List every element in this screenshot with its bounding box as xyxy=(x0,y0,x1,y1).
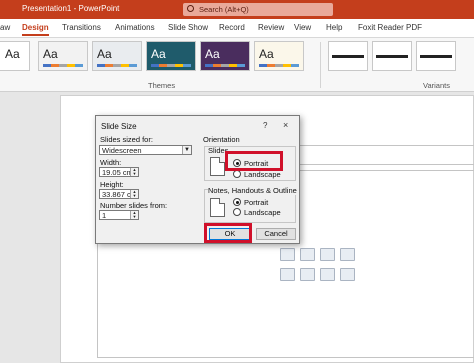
theme-thumb-text: Aa xyxy=(5,47,20,61)
number-slides-from-value: 1 xyxy=(102,211,107,220)
width-label: Width: xyxy=(100,158,122,167)
ribbon-divider xyxy=(320,42,321,88)
search-input[interactable]: Search (Alt+Q) xyxy=(183,3,333,16)
search-placeholder: Search (Alt+Q) xyxy=(199,5,249,14)
tab-record[interactable]: Record xyxy=(219,23,245,32)
notes-landscape-radio[interactable] xyxy=(233,208,241,216)
title-bar: Presentation1 - PowerPoint Search (Alt+Q… xyxy=(0,0,474,19)
variant-thumbnail[interactable] xyxy=(416,41,456,71)
portrait-page-icon xyxy=(210,198,225,217)
theme-thumb-text: Aa xyxy=(151,47,166,61)
tab-view[interactable]: View xyxy=(294,23,311,32)
slides-landscape-radio[interactable] xyxy=(233,170,241,178)
theme-color-strip xyxy=(43,64,83,67)
chevron-down-icon[interactable]: ▼ xyxy=(182,146,191,154)
chart-icon[interactable] xyxy=(300,248,315,261)
window-title: Presentation1 - PowerPoint xyxy=(22,4,120,13)
number-slides-from-field[interactable]: 1 ▲ ▼ xyxy=(99,210,139,220)
tab-draw[interactable]: aw xyxy=(0,23,10,32)
theme-thumbnail[interactable]: Aa xyxy=(146,41,196,71)
slides-sized-for-select[interactable]: Widescreen ▼ xyxy=(99,145,192,155)
portrait-highlight xyxy=(225,151,283,171)
height-stepper[interactable]: ▲ ▼ xyxy=(130,190,138,198)
help-button[interactable]: ? xyxy=(263,121,267,130)
number-slides-from-stepper[interactable]: ▲ ▼ xyxy=(130,211,138,219)
3d-model-icon[interactable] xyxy=(340,248,355,261)
ribbon: Aa Aa Aa Aa Aa Aa Themes Variants xyxy=(0,38,474,92)
close-icon[interactable]: × xyxy=(283,120,288,130)
notes-portrait-radio[interactable] xyxy=(233,198,241,206)
theme-color-strip xyxy=(205,64,245,67)
variant-thumbnail[interactable] xyxy=(372,41,412,71)
tab-review[interactable]: Review xyxy=(258,23,284,32)
theme-thumb-text: Aa xyxy=(97,47,112,61)
theme-color-strip xyxy=(259,64,299,67)
theme-thumb-text: Aa xyxy=(205,47,220,61)
cancel-button[interactable]: Cancel xyxy=(256,228,296,240)
variants-group-label: Variants xyxy=(423,81,450,90)
theme-thumbnail[interactable]: Aa xyxy=(38,41,88,71)
smartart-icon[interactable] xyxy=(320,248,335,261)
tab-slide-show[interactable]: Slide Show xyxy=(168,23,208,32)
slides-sized-for-value: Widescreen xyxy=(102,146,142,155)
ok-highlight xyxy=(204,223,252,243)
video-icon[interactable] xyxy=(320,268,335,281)
variant-thumbnail[interactable] xyxy=(328,41,368,71)
theme-thumbnail[interactable]: Aa xyxy=(92,41,142,71)
notes-landscape-label: Landscape xyxy=(244,208,281,217)
theme-thumbnail[interactable]: Aa xyxy=(200,41,250,71)
pictures-icon[interactable] xyxy=(280,268,295,281)
theme-color-strip xyxy=(151,64,191,67)
table-icon[interactable] xyxy=(280,248,295,261)
height-field[interactable]: 33.867 cm ▲ ▼ xyxy=(99,189,139,199)
content-insert-icons xyxy=(280,244,360,286)
themes-group-label: Themes xyxy=(148,81,176,90)
notes-group-label: Notes, Handouts & Outline xyxy=(208,186,297,195)
theme-thumb-text: Aa xyxy=(259,47,274,61)
dialog-title: Slide Size xyxy=(101,122,137,131)
theme-thumbnail[interactable]: Aa xyxy=(254,41,304,71)
tab-foxit-reader-pdf[interactable]: Foxit Reader PDF xyxy=(358,23,422,32)
width-value: 19.05 cm xyxy=(102,168,133,177)
width-field[interactable]: 19.05 cm ▲ ▼ xyxy=(99,167,139,177)
theme-color-strip xyxy=(97,64,137,67)
number-slides-from-label: Number slides from: xyxy=(100,201,168,210)
icons-icon[interactable] xyxy=(340,268,355,281)
tab-help[interactable]: Help xyxy=(326,23,342,32)
tab-animations[interactable]: Animations xyxy=(115,23,155,32)
slides-landscape-label: Landscape xyxy=(244,170,281,179)
tab-design[interactable]: Design xyxy=(22,23,49,36)
stock-images-icon[interactable] xyxy=(300,268,315,281)
orientation-label: Orientation xyxy=(203,135,240,144)
search-icon xyxy=(187,5,194,12)
theme-thumbnail[interactable]: Aa xyxy=(0,41,30,71)
slides-sized-for-label: Slides sized for: xyxy=(100,135,153,144)
theme-thumb-text: Aa xyxy=(43,47,58,61)
height-label: Height: xyxy=(100,180,124,189)
notes-portrait-label: Portrait xyxy=(244,198,269,207)
ribbon-tabs: aw Design Transitions Animations Slide S… xyxy=(0,19,474,38)
width-stepper[interactable]: ▲ ▼ xyxy=(130,168,138,176)
tab-transitions[interactable]: Transitions xyxy=(62,23,101,32)
slide-size-dialog: Slide Size ? × Slides sized for: Widescr… xyxy=(95,115,300,244)
portrait-page-icon xyxy=(210,157,225,176)
